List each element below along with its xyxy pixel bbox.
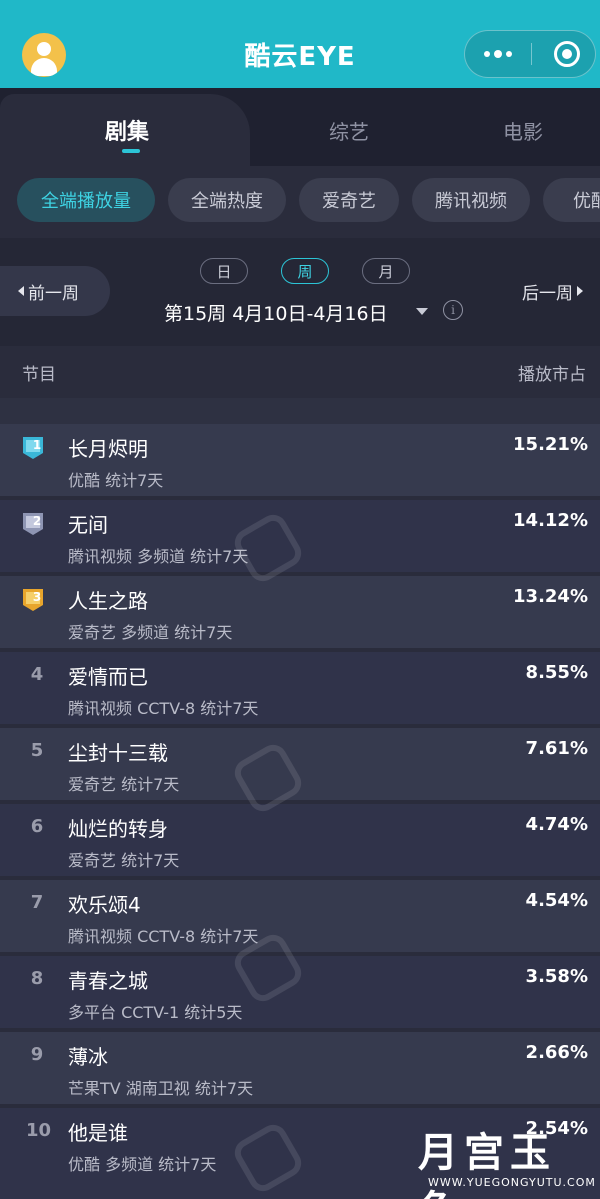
- rank-number: 8: [30, 968, 44, 989]
- rank-number: 9: [30, 1044, 44, 1065]
- column-header-program: 节目: [22, 365, 56, 385]
- table-row[interactable]: 5 尘封十三载 爱奇艺 统计7天 7.61%: [0, 728, 600, 802]
- program-title: 尘封十三载: [68, 741, 168, 765]
- program-title: 无间: [68, 513, 108, 537]
- table-row[interactable]: 3 人生之路 爱奇艺 多频道 统计7天 13.24%: [0, 576, 600, 650]
- table-header: 节目 播放市占: [0, 346, 600, 398]
- brand-watermark: 月宫玉兔 WWW.YUEGONGYUTU.COM: [418, 1116, 596, 1199]
- program-meta: 腾讯视频 CCTV-8 统计7天: [68, 927, 259, 946]
- info-icon[interactable]: i: [443, 300, 463, 320]
- miniprogram-capsule: [464, 30, 596, 78]
- table-spacer: [0, 398, 600, 424]
- category-tabs: 剧集 综艺 电影: [0, 88, 600, 166]
- table-row[interactable]: 6 灿烂的转身 爱奇艺 统计7天 4.74%: [0, 804, 600, 878]
- close-target-icon[interactable]: [554, 41, 580, 67]
- program-meta: 爱奇艺 统计7天: [68, 775, 180, 794]
- rank-number: 3: [32, 590, 42, 604]
- program-meta: 优酷 多频道 统计7天: [68, 1155, 217, 1174]
- prev-week-button[interactable]: 前一周: [0, 266, 110, 316]
- tab-drama[interactable]: 剧集: [105, 114, 149, 146]
- program-meta: 腾讯视频 CCTV-8 统计7天: [68, 699, 259, 718]
- filter-chips: 全端播放量 全端热度 爱奇艺 腾讯视频 优酷: [0, 166, 600, 238]
- granularity-month[interactable]: 月: [362, 258, 410, 284]
- more-options-icon[interactable]: [465, 31, 531, 77]
- share-value: 4.74%: [525, 814, 588, 835]
- tab-variety[interactable]: 综艺: [329, 116, 369, 145]
- program-title: 欢乐颂4: [68, 893, 141, 917]
- program-meta: 多平台 CCTV-1 统计5天: [68, 1003, 243, 1022]
- share-value: 8.55%: [525, 662, 588, 683]
- table-row[interactable]: 2 无间 腾讯视频 多频道 统计7天 14.12%: [0, 500, 600, 574]
- tab-movie[interactable]: 电影: [503, 116, 543, 145]
- rank-number: 5: [30, 740, 44, 761]
- table-row[interactable]: 4 爱情而已 腾讯视频 CCTV-8 统计7天 8.55%: [0, 652, 600, 726]
- table-row[interactable]: 7 欢乐颂4 腾讯视频 CCTV-8 统计7天 4.54%: [0, 880, 600, 954]
- table-row[interactable]: 9 薄冰 芒果TV 湖南卫视 统计7天 2.66%: [0, 1032, 600, 1106]
- rank-number: 4: [30, 664, 44, 685]
- next-week-button[interactable]: 后一周: [522, 278, 583, 304]
- next-week-label: 后一周: [522, 283, 573, 304]
- chip-iqiyi[interactable]: 爱奇艺: [299, 178, 399, 222]
- program-title: 爱情而已: [68, 665, 148, 689]
- chip-all-heat[interactable]: 全端热度: [168, 178, 286, 222]
- program-title: 灿烂的转身: [68, 817, 168, 841]
- week-range-label[interactable]: 第15周 4月10日-4月16日: [164, 299, 388, 326]
- caret-left-icon: [18, 286, 24, 296]
- program-title: 薄冰: [68, 1045, 108, 1069]
- table-row[interactable]: 8 青春之城 多平台 CCTV-1 统计5天 3.58%: [0, 956, 600, 1030]
- share-value: 15.21%: [513, 434, 588, 455]
- share-value: 3.58%: [525, 966, 588, 987]
- top-bar: 酷云EYE: [0, 0, 600, 88]
- share-value: 14.12%: [513, 510, 588, 531]
- program-title: 人生之路: [68, 589, 148, 613]
- period-selector: 前一周 日 周 月 第15周 4月10日-4月16日 i 后一周: [0, 238, 600, 346]
- share-value: 2.66%: [525, 1042, 588, 1063]
- program-title: 青春之城: [68, 969, 148, 993]
- share-value: 7.61%: [525, 738, 588, 759]
- brand-watermark-url: WWW.YUEGONGYUTU.COM: [428, 1176, 596, 1189]
- share-value: 13.24%: [513, 586, 588, 607]
- granularity-week[interactable]: 周: [281, 258, 329, 284]
- rank-number: 10: [26, 1120, 52, 1141]
- prev-week-label: 前一周: [28, 283, 79, 304]
- program-meta: 爱奇艺 多频道 统计7天: [68, 623, 233, 642]
- granularity-day[interactable]: 日: [200, 258, 248, 284]
- rank-number: 1: [32, 438, 42, 452]
- program-title: 他是谁: [68, 1121, 128, 1145]
- caret-right-icon: [577, 286, 583, 296]
- chip-tencent[interactable]: 腾讯视频: [412, 178, 530, 222]
- capsule-divider: [531, 43, 532, 65]
- chip-all-plays[interactable]: 全端播放量: [17, 178, 155, 222]
- table-row[interactable]: 1 长月烬明 优酷 统计7天 15.21%: [0, 424, 600, 498]
- program-title: 长月烬明: [68, 437, 148, 461]
- rank-number: 7: [30, 892, 44, 913]
- share-value: 4.54%: [525, 890, 588, 911]
- column-header-share[interactable]: 播放市占: [518, 360, 586, 385]
- chip-youku[interactable]: 优酷: [543, 178, 600, 222]
- program-meta: 优酷 统计7天: [68, 471, 164, 490]
- dropdown-caret-icon[interactable]: [416, 308, 428, 315]
- program-meta: 芒果TV 湖南卫视 统计7天: [68, 1079, 254, 1098]
- rank-number: 2: [32, 514, 42, 528]
- rank-number: 6: [30, 816, 44, 837]
- program-meta: 腾讯视频 多频道 统计7天: [68, 547, 249, 566]
- program-meta: 爱奇艺 统计7天: [68, 851, 180, 870]
- active-tab-indicator: [122, 149, 140, 153]
